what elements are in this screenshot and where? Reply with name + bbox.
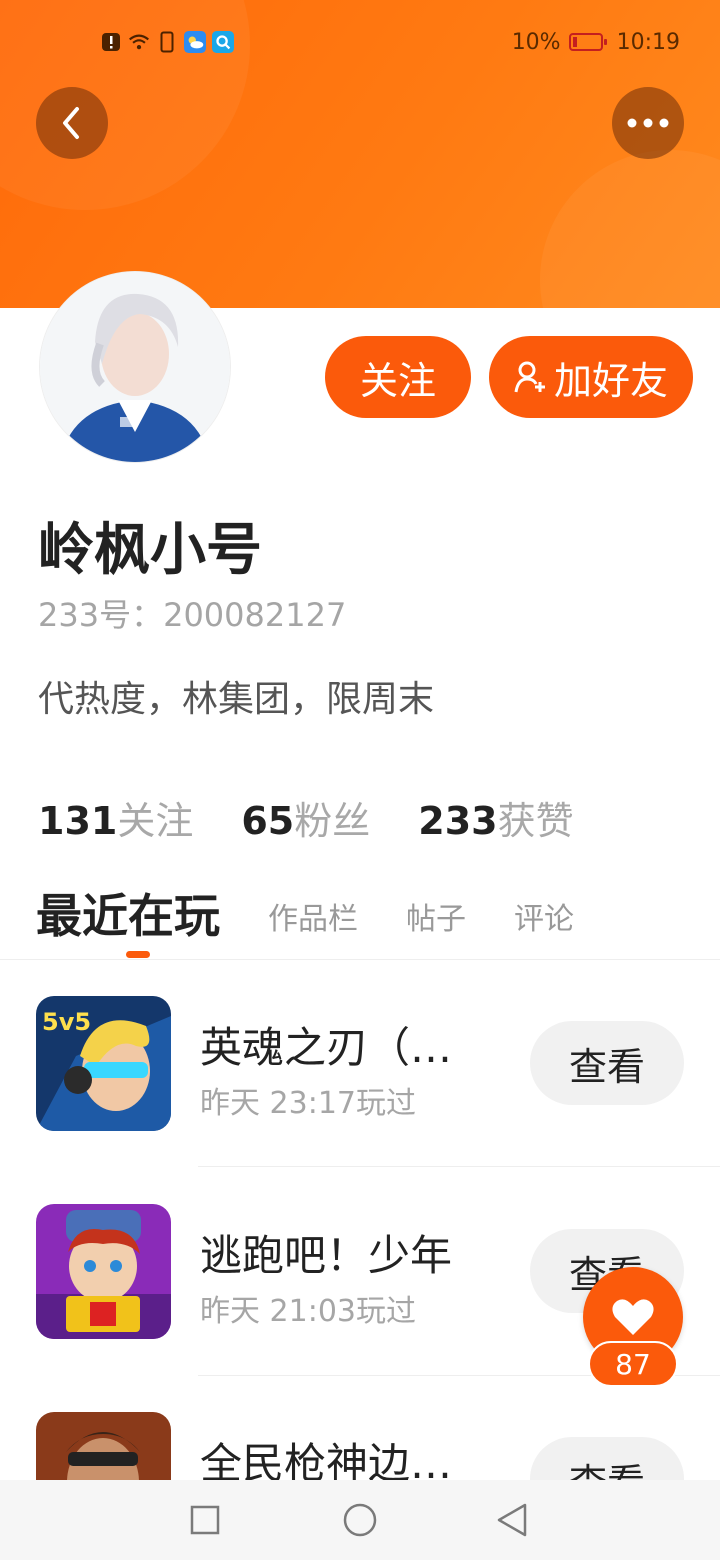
tab-comments[interactable]: 评论 [514, 894, 574, 946]
alert-icon [100, 31, 122, 53]
back-nav-button[interactable] [494, 1502, 530, 1538]
game-played-time: 昨天 21:03玩过 [200, 1294, 416, 1329]
battery-percent: 10% [511, 29, 561, 55]
search-app-icon [212, 31, 234, 53]
back-button[interactable] [36, 87, 108, 159]
add-person-icon [514, 361, 545, 393]
avatar-image [40, 272, 230, 462]
battery-icon [568, 33, 607, 51]
divider [0, 959, 720, 960]
more-dots-icon [627, 118, 669, 128]
svg-text:5v5: 5v5 [42, 1008, 91, 1036]
wifi-icon [128, 31, 150, 53]
stat-number: 131 [38, 799, 118, 843]
chevron-left-icon [63, 107, 79, 139]
view-button[interactable]: 查看 [530, 1021, 684, 1105]
add-friend-label: 加好友 [553, 358, 668, 403]
stat-number: 65 [241, 799, 295, 843]
game-icon: 5v5 [36, 996, 171, 1131]
profile-name: 岭枫小号 [38, 518, 262, 583]
triangle-back-icon [497, 1503, 527, 1537]
stat-label: 获赞 [497, 799, 574, 843]
list-item[interactable]: 全民枪神边… 查看 [0, 1412, 720, 1480]
profile-header-banner: 10% 10:19 [0, 0, 720, 308]
game-icon [36, 1412, 171, 1480]
profile-tabs: 最近在玩 作品栏 帖子 评论 [36, 880, 574, 946]
clock: 10:19 [616, 29, 680, 55]
profile-stats: 131关注 65粉丝 233获赞 [38, 790, 574, 845]
stat-label: 粉丝 [294, 799, 371, 843]
phone-icon [156, 31, 178, 53]
banner-decoration [540, 150, 720, 308]
divider [198, 1166, 720, 1167]
profile-bio: 代热度，林集团，限周末 [38, 679, 435, 720]
game-name: 全民枪神边… [200, 1439, 453, 1480]
status-bar-left [100, 24, 234, 60]
tab-recently-played[interactable]: 最近在玩 [36, 880, 220, 946]
status-bar-right: 10% 10:19 [512, 24, 680, 60]
tab-posts[interactable]: 帖子 [406, 894, 466, 946]
view-button[interactable]: 查看 [530, 1437, 684, 1480]
tab-works[interactable]: 作品栏 [268, 894, 358, 946]
home-button[interactable] [342, 1502, 378, 1538]
add-friend-button[interactable]: 加好友 [489, 336, 693, 418]
follow-button[interactable]: 关注 [325, 336, 471, 418]
heart-icon [612, 1299, 654, 1335]
square-icon [190, 1505, 220, 1535]
stat-likes[interactable]: 233获赞 [418, 790, 573, 845]
profile-id: 233号：200082127 [38, 596, 347, 634]
stat-label: 关注 [117, 799, 194, 843]
list-item[interactable]: 5v5 英魂之刃（… 昨天 23:17玩过 查看 [0, 996, 720, 1131]
game-name: 英魂之刃（… [200, 1023, 453, 1072]
game-name: 逃跑吧！少年 [200, 1231, 453, 1280]
tab-indicator [126, 951, 150, 958]
avatar[interactable] [40, 272, 230, 462]
stat-number: 233 [418, 799, 498, 843]
more-button[interactable] [612, 87, 684, 159]
weather-app-icon [184, 31, 206, 53]
stat-followers[interactable]: 65粉丝 [241, 790, 370, 845]
follow-label: 关注 [359, 358, 436, 403]
stat-following[interactable]: 131关注 [38, 790, 193, 845]
game-icon [36, 1204, 171, 1339]
recent-apps-button[interactable] [187, 1502, 223, 1538]
like-count: 87 [588, 1341, 678, 1387]
game-played-time: 昨天 23:17玩过 [200, 1086, 416, 1121]
circle-icon [343, 1503, 377, 1537]
